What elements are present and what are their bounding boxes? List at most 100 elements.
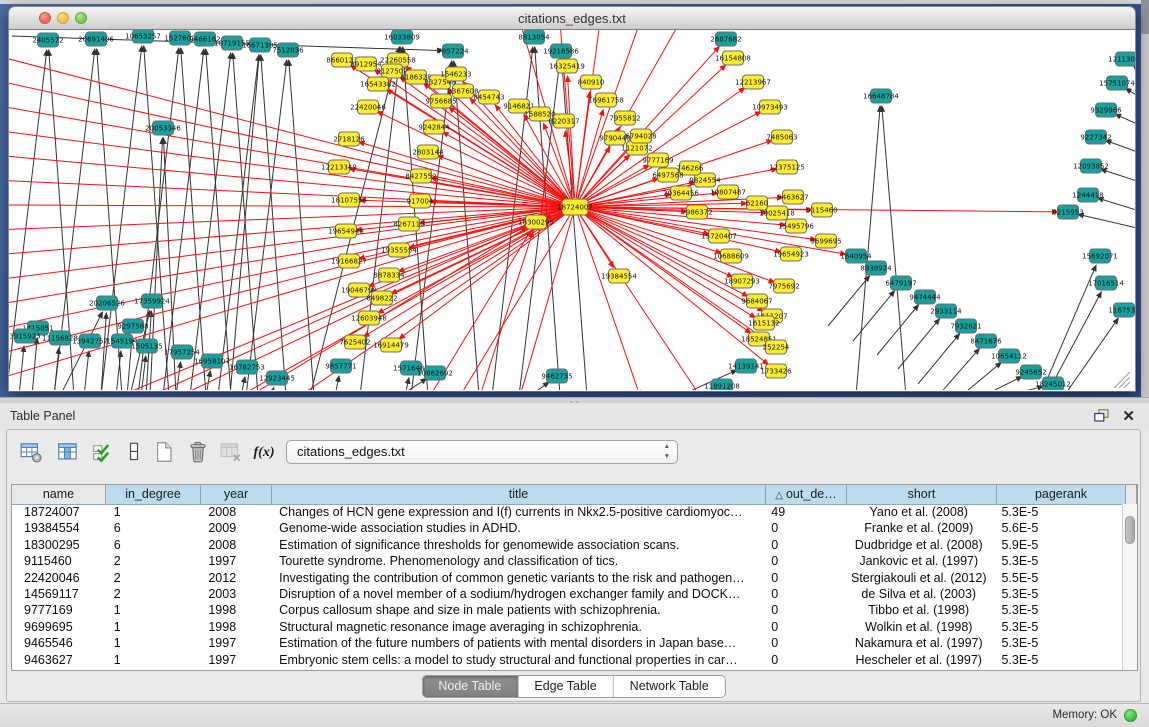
table-cell[interactable]: Corpus callosum shape and size in male p…	[271, 602, 763, 618]
vertical-scrollbar[interactable]	[1122, 504, 1137, 670]
table-cell[interactable]: 49	[763, 504, 844, 520]
network-edge[interactable]	[828, 276, 870, 326]
network-edge[interactable]	[206, 371, 210, 390]
table-cell[interactable]: Yano et al. (2008)	[844, 504, 993, 520]
network-edge[interactable]	[9, 208, 566, 280]
table-cell[interactable]: Investigating the contribution of common…	[271, 570, 763, 586]
table-cell[interactable]: Structural magnetic resonance image aver…	[271, 619, 763, 635]
table-cell[interactable]: 9699695	[12, 619, 106, 635]
table-cell[interactable]: Dudbridge et al. (2008)	[844, 537, 993, 553]
table-cell[interactable]: 1	[106, 602, 201, 618]
table-cell[interactable]: 0	[763, 586, 844, 602]
table-source-combobox[interactable]: citations_edges.txt ▲▼	[286, 440, 678, 464]
table-cell[interactable]: de Silva et al. (2003)	[844, 586, 993, 602]
table-cell[interactable]: 0	[763, 635, 844, 651]
network-edge[interactable]	[583, 165, 649, 203]
column-header-in_degree[interactable]: in_degree	[106, 485, 201, 504]
network-edge[interactable]	[101, 313, 106, 390]
network-edge[interactable]	[1098, 198, 1135, 213]
network-edge[interactable]	[856, 106, 880, 390]
table-cell[interactable]: 0	[763, 652, 844, 668]
delete-rows-trash-button[interactable]	[184, 439, 212, 465]
network-edge[interactable]	[898, 319, 940, 369]
table-cell[interactable]: Genome-wide association studies in ADHD.	[271, 520, 763, 536]
table-settings-button[interactable]	[17, 439, 45, 465]
network-edge[interactable]	[32, 338, 37, 390]
table-cell[interactable]: Changes of HCN gene expression and I(f) …	[271, 504, 763, 520]
network-edge[interactable]	[1105, 140, 1135, 155]
network-edge[interactable]	[853, 291, 895, 341]
column-header-name[interactable]: name	[12, 485, 106, 504]
table-cell[interactable]: 2	[106, 570, 201, 586]
table-cell[interactable]: 9115460	[12, 553, 106, 569]
resize-grip-icon[interactable]	[1124, 382, 1130, 388]
network-edge[interactable]	[271, 387, 274, 390]
table-cell[interactable]: Disruption of a novel member of a sodium…	[271, 586, 763, 602]
table-cell[interactable]: 6	[106, 520, 201, 536]
network-edge[interactable]	[9, 180, 566, 207]
table-cell[interactable]: 19384554	[12, 520, 106, 536]
table-row[interactable]: 1456911722003Disruption of a novel membe…	[12, 586, 1122, 602]
table-cell[interactable]: Nakamura et al. (1997)	[844, 635, 993, 651]
table-row[interactable]: 1872400712008Changes of HCN gene express…	[12, 504, 1122, 520]
network-edge[interactable]	[335, 376, 339, 390]
table-cell[interactable]: 0	[763, 553, 844, 569]
network-edge[interactable]	[163, 49, 204, 390]
table-cell[interactable]: Estimation of the future numbers of pati…	[271, 635, 763, 651]
table-cell[interactable]: 1	[106, 619, 201, 635]
table-cell[interactable]: 2008	[200, 504, 271, 520]
table-cell[interactable]: 0	[763, 602, 844, 618]
table-cell[interactable]: Wolkin et al. (1998)	[844, 619, 993, 635]
table-cell[interactable]: 5.3E-5	[993, 619, 1122, 635]
network-canvas[interactable]: 1872400718300295866012389129542226055891…	[8, 30, 1136, 392]
column-header-year[interactable]: year	[201, 485, 272, 504]
table-cell[interactable]: 2012	[200, 570, 271, 586]
column-check-button[interactable]	[89, 439, 117, 465]
table-cell[interactable]: 2	[106, 553, 201, 569]
network-edge[interactable]	[176, 362, 181, 390]
column-header-title[interactable]: title	[272, 485, 766, 504]
delete-table-button[interactable]	[217, 439, 245, 465]
table-cell[interactable]: 2009	[200, 520, 271, 536]
network-edge[interactable]	[918, 334, 960, 384]
network-window-titlebar[interactable]: citations_edges.txt	[8, 6, 1136, 30]
network-edge[interactable]	[1125, 88, 1135, 101]
network-edge[interactable]	[983, 376, 1022, 390]
table-cell[interactable]: 18300295	[12, 537, 106, 553]
table-row[interactable]: 969969511998Structural magnetic resonanc…	[12, 619, 1122, 635]
network-edge[interactable]	[405, 378, 409, 390]
float-panel-icon[interactable]	[1094, 409, 1109, 422]
network-edge[interactable]	[877, 305, 919, 355]
network-edge[interactable]	[1101, 169, 1135, 184]
resize-grip-icon[interactable]	[1119, 377, 1130, 388]
network-edge[interactable]	[9, 130, 566, 206]
new-table-button[interactable]	[150, 439, 178, 465]
table-cell[interactable]: 1997	[200, 553, 271, 569]
row-height-button[interactable]	[120, 439, 148, 465]
column-header-pagerank[interactable]: pagerank	[997, 485, 1126, 504]
table-cell[interactable]: 1	[106, 635, 201, 651]
table-cell[interactable]: 0	[763, 619, 844, 635]
close-panel-icon[interactable]: ✕	[1122, 407, 1135, 425]
function-builder-button[interactable]: f(x)	[250, 439, 278, 465]
table-cell[interactable]: 22420046	[12, 570, 106, 586]
tab-edge-table[interactable]: Edge Table	[517, 676, 612, 697]
table-cell[interactable]: 9465546	[12, 635, 106, 651]
network-edge[interactable]	[206, 49, 231, 390]
table-cell[interactable]: Stergiakouli et al. (2012)	[844, 570, 993, 586]
network-edge[interactable]	[1078, 214, 1135, 230]
table-cell[interactable]: 5.3E-5	[993, 586, 1122, 602]
network-edge[interactable]	[530, 382, 549, 390]
table-cell[interactable]: 5.3E-5	[993, 635, 1122, 651]
tab-node-table[interactable]: Node Table	[422, 676, 517, 697]
network-edge[interactable]	[961, 362, 1001, 390]
network-edge[interactable]	[1046, 292, 1101, 390]
network-edge[interactable]	[19, 346, 24, 390]
table-cell[interactable]: 5.3E-5	[993, 553, 1122, 569]
network-edge[interactable]	[938, 349, 979, 390]
table-row[interactable]: 911546021997Tourette syndrome. Phenomeno…	[12, 553, 1122, 569]
table-cell[interactable]: 2	[106, 586, 201, 602]
scrollbar-thumb[interactable]	[1125, 516, 1135, 544]
network-edge[interactable]	[60, 312, 102, 390]
table-row[interactable]: 1830029562008Estimation of significance …	[12, 537, 1122, 553]
